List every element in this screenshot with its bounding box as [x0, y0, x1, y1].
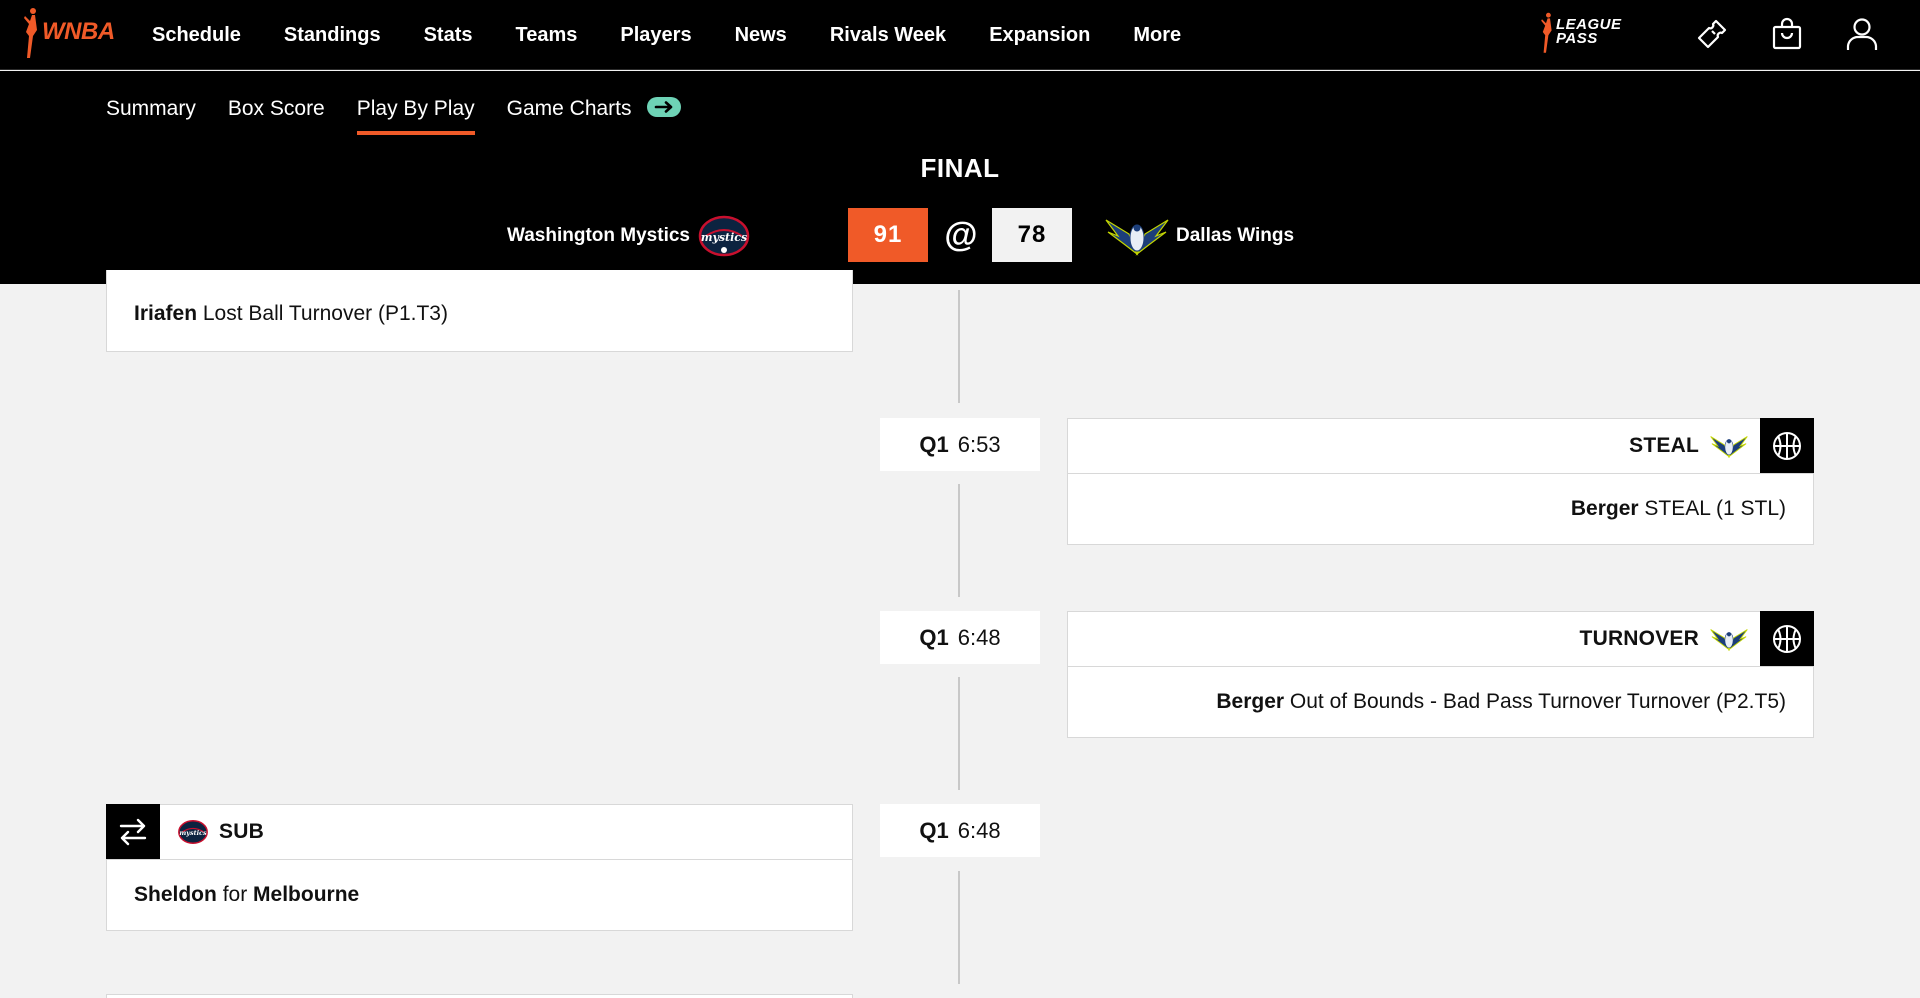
- play-card-header: TURNOVER: [1068, 611, 1814, 667]
- play-event-type: TURNOVER: [1579, 627, 1699, 650]
- play-card-right: TURNOVER Berger Out of Bounds - Bad Pass…: [1067, 611, 1814, 738]
- logo-text: WNBA: [42, 18, 115, 45]
- league-pass-player-icon: [1541, 12, 1552, 53]
- play-clock: 6:48: [957, 817, 1001, 843]
- play-clock-badge: Q1 6:48: [880, 804, 1040, 857]
- play-player[interactable]: Berger: [1571, 497, 1639, 521]
- nav-stats[interactable]: Stats: [424, 24, 473, 47]
- play-card-left: mystics SUB Sheldon for Melbourne: [106, 804, 853, 931]
- timeline-line: [958, 677, 960, 790]
- play-description: Berger Out of Bounds - Bad Pass Turnover…: [1068, 667, 1813, 737]
- tab-play-by-play[interactable]: Play By Play: [356, 97, 475, 135]
- tab-game-charts-label: Game Charts: [506, 97, 632, 120]
- basketball-icon: [1760, 611, 1814, 666]
- nav-expansion[interactable]: Expansion: [989, 24, 1090, 47]
- player-silhouette-icon: [24, 8, 37, 58]
- play-description: Iriafen Lost Ball Turnover (P1.T3): [107, 270, 852, 352]
- timeline-line: [958, 871, 960, 984]
- play-card-right: STEAL Berger STEAL (1 STL): [1067, 418, 1814, 545]
- away-team[interactable]: Washington Mystics mystics: [507, 208, 750, 264]
- wings-logo-icon: [1710, 629, 1748, 651]
- play-text: Lost Ball Turnover (P1.T3): [202, 302, 448, 325]
- at-symbol: @: [944, 215, 978, 254]
- home-team-name: Dallas Wings: [1176, 225, 1295, 246]
- nav-standings[interactable]: Standings: [284, 24, 381, 47]
- substitution-swap-icon: [106, 804, 160, 859]
- play-quarter: Q1: [919, 624, 949, 650]
- timeline-line: [958, 290, 960, 403]
- play-quarter: Q1: [919, 817, 949, 843]
- svg-text:mystics: mystics: [179, 829, 207, 837]
- user-account-icon[interactable]: [1842, 14, 1882, 54]
- basketball-icon: [1760, 418, 1814, 473]
- game-header: Summary Box Score Play By Play Game Char…: [0, 71, 1920, 284]
- play-card-header: mystics SUB: [106, 804, 852, 860]
- home-score: 78: [992, 208, 1072, 262]
- away-score: 91: [848, 208, 928, 262]
- game-subtabs: Summary Box Score Play By Play Game Char…: [106, 97, 682, 135]
- wings-logo-icon: [1105, 219, 1169, 256]
- mystics-logo-icon: mystics: [178, 820, 208, 844]
- play-clock-badge: Q1 6:48: [880, 611, 1040, 664]
- play-quarter: Q1: [919, 431, 949, 457]
- play-clock: 6:53: [957, 431, 1001, 457]
- top-navigation: WNBA Schedule Standings Stats Teams Play…: [0, 0, 1920, 70]
- wnba-logo[interactable]: WNBA: [20, 4, 115, 60]
- mystics-logo-icon: mystics: [698, 215, 750, 257]
- tab-summary[interactable]: Summary: [106, 97, 196, 135]
- league-pass-logo[interactable]: LEAGUE PASS: [1538, 8, 1622, 56]
- play-card-left: Iriafen Lost Ball Turnover (P1.T3): [106, 270, 853, 352]
- nav-teams[interactable]: Teams: [516, 24, 578, 47]
- scoreline: Washington Mystics mystics 91 @ 78 Dalla…: [0, 208, 1920, 264]
- play-event-type: STEAL: [1629, 434, 1699, 457]
- play-text: STEAL (1 STL): [1644, 497, 1786, 520]
- nav-rivals-week[interactable]: Rivals Week: [830, 24, 946, 47]
- sub-player-in[interactable]: Sheldon: [134, 883, 217, 907]
- league-pass-text: LEAGUE PASS: [1556, 16, 1622, 47]
- tickets-icon[interactable]: [1692, 14, 1732, 54]
- main-nav-links: Schedule Standings Stats Teams Players N…: [152, 0, 1224, 70]
- play-description: Berger STEAL (1 STL): [1068, 474, 1813, 544]
- wings-logo-icon: [1710, 436, 1748, 458]
- nav-news[interactable]: News: [735, 24, 787, 47]
- play-clock-badge: Q1 6:53: [880, 418, 1040, 471]
- play-description: Sheldon for Melbourne: [107, 860, 852, 930]
- nav-more[interactable]: More: [1133, 24, 1181, 47]
- play-card-left: [106, 994, 853, 998]
- svg-text:mystics: mystics: [701, 231, 747, 244]
- arrow-right-icon: [647, 97, 682, 118]
- game-status: FINAL: [920, 153, 1000, 183]
- play-card-header: STEAL: [1068, 418, 1814, 474]
- shopping-bag-icon[interactable]: [1767, 14, 1807, 54]
- tab-game-charts[interactable]: Game Charts: [507, 97, 682, 135]
- sub-player-out[interactable]: Melbourne: [253, 883, 359, 907]
- away-team-name: Washington Mystics: [507, 225, 690, 246]
- play-player[interactable]: Iriafen: [134, 302, 197, 326]
- home-team[interactable]: Dallas Wings: [1104, 208, 1294, 264]
- timeline-line: [958, 484, 960, 597]
- sub-connector: for: [222, 883, 248, 906]
- play-clock: 6:48: [957, 624, 1001, 650]
- play-event-type: SUB: [219, 820, 264, 843]
- tab-box-score[interactable]: Box Score: [228, 97, 325, 135]
- play-text: Out of Bounds - Bad Pass Turnover Turnov…: [1289, 690, 1786, 713]
- nav-schedule[interactable]: Schedule: [152, 24, 241, 47]
- play-player[interactable]: Berger: [1216, 690, 1284, 714]
- nav-players[interactable]: Players: [620, 24, 691, 47]
